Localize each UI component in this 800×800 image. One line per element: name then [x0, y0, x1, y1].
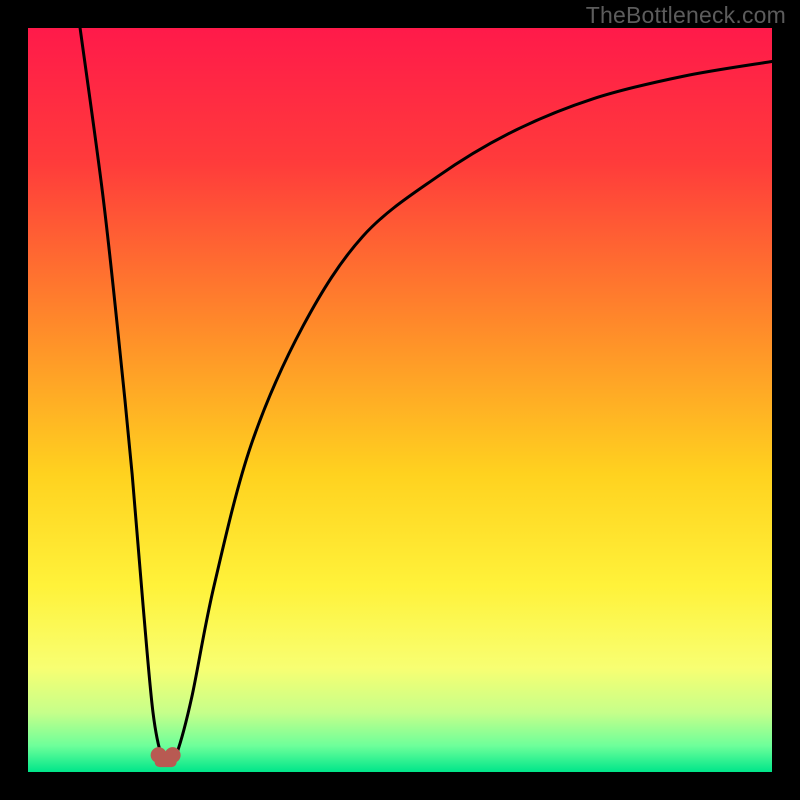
chart-svg — [28, 28, 772, 772]
plot-area — [28, 28, 772, 772]
chart-frame: TheBottleneck.com — [0, 0, 800, 800]
watermark-text: TheBottleneck.com — [586, 2, 786, 29]
gradient-bg — [28, 28, 772, 772]
